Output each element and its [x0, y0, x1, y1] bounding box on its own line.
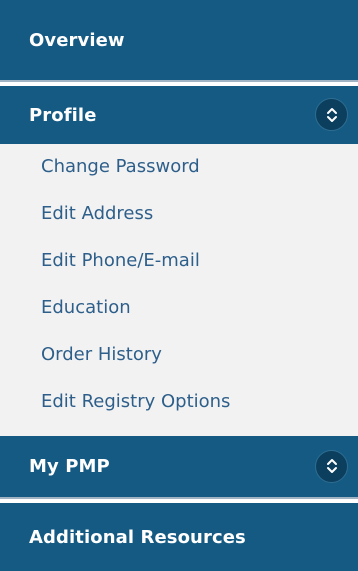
chevron-up-down-icon[interactable] [315, 98, 348, 131]
profile-submenu: Change Password Edit Address Edit Phone/… [0, 144, 358, 436]
nav-header-additional-resources[interactable]: Additional Resources [0, 503, 358, 571]
sidebar-nav: Overview Profile Change Password Edit Ad… [0, 0, 358, 571]
submenu-item-edit-address[interactable]: Edit Address [41, 203, 153, 225]
submenu-item-order-history[interactable]: Order History [41, 344, 162, 366]
nav-header-profile[interactable]: Profile [0, 86, 358, 144]
nav-header-label: My PMP [29, 456, 110, 477]
submenu-item-education[interactable]: Education [41, 297, 131, 319]
nav-header-my-pmp[interactable]: My PMP [0, 436, 358, 499]
submenu-item-edit-registry-options[interactable]: Edit Registry Options [41, 391, 230, 413]
nav-header-overview[interactable]: Overview [0, 0, 358, 82]
nav-header-label: Additional Resources [29, 526, 246, 548]
nav-header-label: Profile [29, 104, 97, 126]
chevron-up-down-icon[interactable] [315, 449, 348, 483]
submenu-item-change-password[interactable]: Change Password [41, 156, 200, 178]
submenu-item-edit-phone-email[interactable]: Edit Phone/E-mail [41, 250, 200, 272]
nav-header-label: Overview [29, 29, 125, 51]
